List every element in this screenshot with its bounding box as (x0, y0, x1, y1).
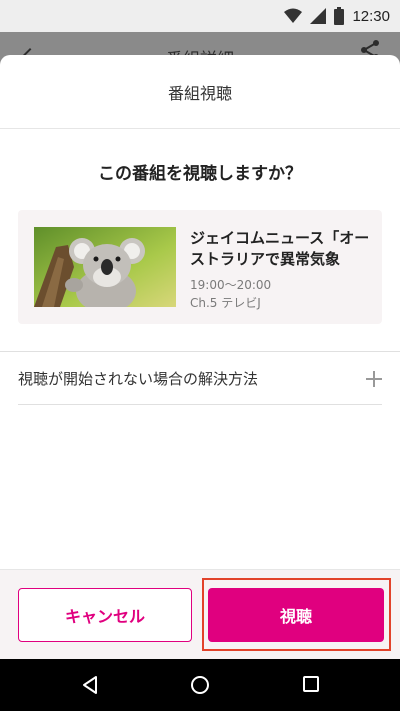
dialog-question: この番組を視聴しますか？ (98, 164, 302, 184)
signal-icon (310, 8, 327, 24)
clock: 12:30 (352, 7, 390, 25)
divider (0, 351, 400, 352)
dialog-title: 番組視聴 (0, 55, 400, 129)
wifi-icon (284, 8, 303, 24)
help-accordion[interactable]: 視聴が開始されない場合の解決方法 (18, 353, 382, 405)
program-card: ジェイコムニュース「オーストラリアで異常気象 19:00〜20:00 Ch.5 … (18, 210, 382, 324)
watch-dialog: 番組視聴 この番組を視聴しますか？ ジェイコムニュース「オーストラリアで異常気象… (0, 55, 400, 659)
program-title: ジェイコムニュース「オーストラリアで異常気象 (190, 229, 370, 268)
cancel-button[interactable]: キャンセル (18, 588, 192, 642)
program-channel: Ch.5 テレビJ (190, 296, 261, 310)
program-time: 19:00〜20:00 (190, 278, 272, 292)
plus-icon[interactable] (366, 370, 382, 387)
help-accordion-label: 視聴が開始されない場合の解決方法 (18, 370, 259, 388)
koala-image (34, 227, 176, 307)
watch-button[interactable]: 視聴 (208, 588, 384, 642)
status-bar: 12:30 (0, 0, 400, 32)
battery-icon (334, 7, 345, 25)
navigation-bar (0, 659, 400, 711)
nav-recents-icon[interactable] (302, 675, 320, 693)
nav-back-icon[interactable] (80, 675, 100, 695)
nav-home-icon[interactable] (190, 675, 210, 695)
dialog-footer: キャンセル 視聴 (0, 569, 400, 659)
